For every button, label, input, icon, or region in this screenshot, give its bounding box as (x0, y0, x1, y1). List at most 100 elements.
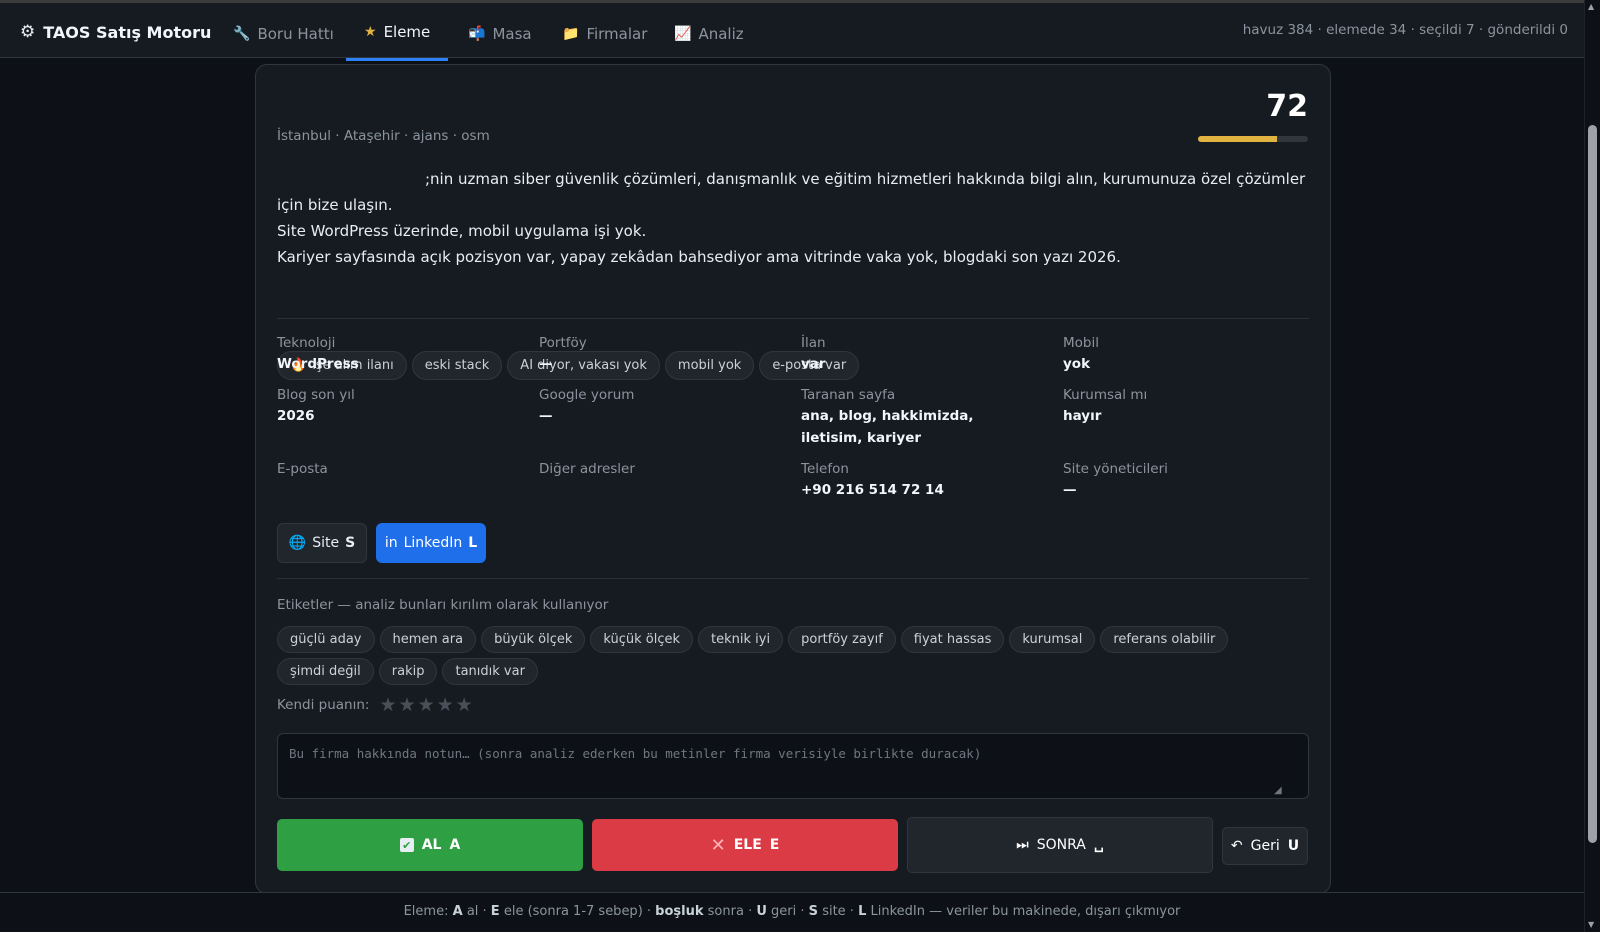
star-icon[interactable]: ★ (379, 695, 396, 715)
tag-list: güçlü aday hemen ara büyük ölçek küçük ö… (277, 626, 1317, 685)
app-brand[interactable]: ⚙ TAOS Satış Motoru (20, 18, 211, 46)
tab-eleme[interactable]: ★ Eleme (346, 6, 449, 61)
footer-text: ele (sonra 1-7 sebep) · (503, 904, 652, 919)
footer-key: U (756, 904, 767, 919)
field-value: 2026 (277, 408, 315, 424)
site-button-label: Site (312, 535, 340, 551)
star-icon[interactable]: ★ (456, 695, 473, 715)
field-value: — (1063, 482, 1077, 498)
al-shortcut: A (449, 837, 461, 853)
field-telefon: Telefon +90 216 514 72 14 (801, 459, 1041, 501)
tag-kucuk-olcek[interactable]: küçük ölçek (590, 626, 694, 653)
tag-rakip[interactable]: rakip (378, 658, 438, 685)
field-label: Taranan sayfa (801, 387, 896, 403)
tab-label: Firmalar (586, 24, 648, 43)
field-mobil: Mobil yok (1063, 333, 1303, 375)
field-label: İlan (801, 335, 826, 351)
al-label: AL (421, 837, 442, 853)
divider (277, 318, 1309, 319)
top-bar: ⚙ TAOS Satış Motoru 🔧 Boru Hattı ★ Eleme… (0, 0, 1584, 61)
field-label: Site yöneticileri (1063, 461, 1168, 477)
tag-buyuk-olcek[interactable]: büyük ölçek (481, 626, 586, 653)
tab-analiz[interactable]: 📈 Analiz (656, 6, 762, 61)
footer-key: A (452, 904, 463, 919)
tag-guclu-aday[interactable]: güçlü aday (277, 626, 375, 653)
close-icon: ✕ (710, 834, 726, 856)
field-label: Google yorum (539, 387, 635, 403)
field-value: WordPress (277, 356, 359, 372)
tag-simdi-degil[interactable]: şimdi değil (277, 658, 374, 685)
field-diger-adresler: Diğer adresler (539, 459, 779, 479)
scroll-up-icon[interactable]: ▲ (1588, 2, 1594, 11)
score-bar (1198, 136, 1308, 142)
description-line: ;nin uzman siber güvenlik çözümleri, dan… (277, 170, 1306, 214)
geri-shortcut: U (1287, 838, 1300, 854)
company-score: 72 (1266, 89, 1308, 124)
footer-text: LinkedIn — veriler bu makinede, dışarı ç… (870, 904, 1181, 919)
star-icon[interactable]: ★ (399, 695, 416, 715)
tab-masa[interactable]: 📬 Masa (450, 6, 550, 61)
ele-label: ELE (733, 837, 762, 853)
rating-stars: ★ ★ ★ ★ ★ (379, 695, 472, 715)
description-line: Kariyer sayfasında açık pozisyon var, ya… (277, 248, 1121, 266)
undo-icon: ↶ (1230, 838, 1243, 854)
star-icon[interactable]: ★ (437, 695, 454, 715)
field-label: Portföy (539, 335, 587, 351)
al-button[interactable]: ✔ AL A (277, 819, 583, 871)
field-value: yok (1063, 356, 1091, 372)
scrollbar-thumb[interactable] (1588, 125, 1597, 843)
field-label: Kurumsal mı (1063, 387, 1148, 403)
field-site-yoneticileri: Site yöneticileri — (1063, 459, 1303, 501)
field-value: — (539, 356, 553, 372)
tab-label: Masa (492, 24, 532, 43)
shortcut-footer: Eleme: A al · E ele (sonra 1-7 sebep) · … (0, 892, 1584, 932)
footer-key: E (490, 904, 500, 919)
linkedin-button[interactable]: in LinkedIn L (376, 523, 486, 563)
tag-fiyat-hassas[interactable]: fiyat hassas (900, 626, 1005, 653)
ele-button[interactable]: ✕ ELE E (592, 819, 898, 871)
site-button[interactable]: 🌐 Site S (277, 523, 367, 563)
tab-boru-hatti[interactable]: 🔧 Boru Hattı (215, 6, 352, 61)
field-teknoloji: Teknoloji WordPress (277, 333, 517, 375)
footer-key: L (858, 904, 867, 919)
field-label: Blog son yıl (277, 387, 355, 403)
star-icon: ★ (364, 24, 377, 40)
globe-icon: 🌐 (288, 535, 307, 551)
tag-kurumsal[interactable]: kurumsal (1009, 626, 1096, 653)
notes-textarea[interactable]: Bu firma hakkında notun… (sonra analiz e… (277, 733, 1309, 799)
field-portfoy: Portföy — (539, 333, 779, 375)
tag-tanidik-var[interactable]: tanıdık var (442, 658, 538, 685)
footer-text: sonra · (707, 904, 753, 919)
tag-referans-olabilir[interactable]: referans olabilir (1100, 626, 1229, 653)
footer-key: boşluk (655, 904, 704, 919)
scroll-down-icon[interactable]: ▼ (1588, 920, 1594, 929)
star-icon[interactable]: ★ (418, 695, 435, 715)
field-value: var (801, 356, 826, 372)
field-label: Mobil (1063, 335, 1099, 351)
field-ilan: İlan var (801, 333, 1041, 375)
field-label: Diğer adresler (539, 461, 635, 477)
field-value: ana, blog, hakkimizda, iletisim, kariyer (801, 408, 974, 446)
company-description: ;nin uzman siber güvenlik çözümleri, dan… (277, 166, 1307, 270)
tag-portfoy-zayif[interactable]: portföy zayıf (788, 626, 896, 653)
field-value[interactable]: +90 216 514 72 14 (801, 479, 1041, 501)
field-value: — (539, 408, 553, 424)
footer-text: Eleme: (403, 904, 449, 919)
field-google-yorum: Google yorum — (539, 385, 779, 427)
company-meta: İstanbul · Ataşehir · ajans · osm (277, 128, 490, 144)
tag-hemen-ara[interactable]: hemen ara (379, 626, 477, 653)
folder-icon: 📁 (562, 25, 580, 42)
mailbox-icon: 📬 (468, 25, 486, 42)
rating-label: Kendi puanın: (277, 697, 370, 713)
linkedin-shortcut: L (468, 535, 478, 551)
geri-button[interactable]: ↶ Geri U (1222, 827, 1308, 865)
checkbox-icon: ✔ (399, 838, 414, 852)
self-rating: Kendi puanın: ★ ★ ★ ★ ★ (277, 695, 473, 715)
field-value: hayır (1063, 408, 1102, 424)
field-blog-son-yil: Blog son yıl 2026 (277, 385, 517, 427)
sonra-button[interactable]: ⏭ SONRA ␣ (907, 817, 1213, 873)
tab-firmalar[interactable]: 📁 Firmalar (544, 6, 665, 61)
footer-text: site · (822, 904, 854, 919)
tag-teknik-iyi[interactable]: teknik iyi (698, 626, 784, 653)
sonra-shortcut: ␣ (1093, 837, 1104, 853)
